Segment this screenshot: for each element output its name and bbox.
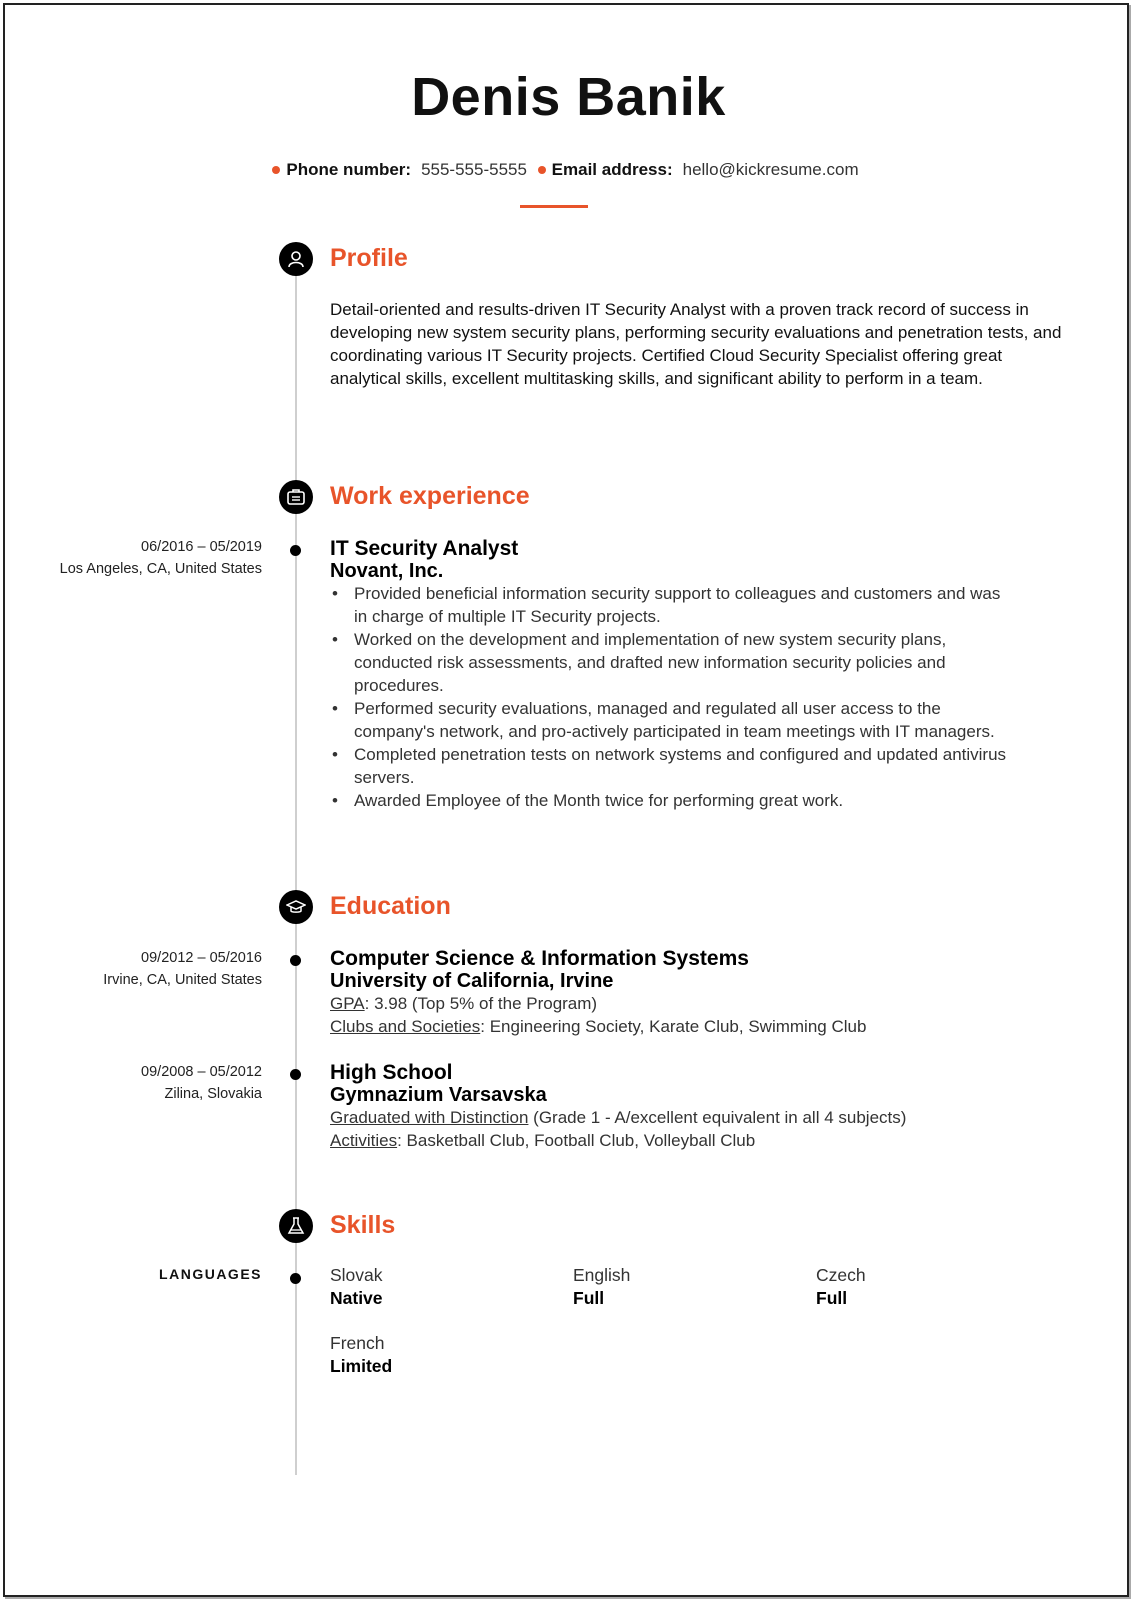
job-bullets: Provided beneficial information security… bbox=[330, 582, 1014, 812]
language-name: French bbox=[330, 1333, 385, 1353]
education-entry: Computer Science & Information Systems U… bbox=[330, 947, 866, 1038]
graduation-cap-icon bbox=[279, 890, 313, 924]
timeline-dot bbox=[290, 1273, 301, 1284]
job-company: Novant, Inc. bbox=[330, 560, 444, 582]
section-title-profile: Profile bbox=[330, 244, 408, 272]
language-item: Czech Full bbox=[816, 1264, 866, 1310]
language-name: English bbox=[573, 1265, 631, 1285]
education-location: Zilina, Slovakia bbox=[164, 1086, 262, 1102]
job-bullet: Completed penetration tests on network s… bbox=[332, 743, 1014, 789]
bullet-dot bbox=[537, 165, 546, 174]
education-entry: High School Gymnazium Varsavska Graduate… bbox=[330, 1061, 906, 1152]
job-bullet: Awarded Employee of the Month twice for … bbox=[332, 789, 1014, 812]
timeline-dot bbox=[290, 545, 301, 556]
language-name: Slovak bbox=[330, 1265, 383, 1285]
job-dates: 06/2016 – 05/2019 bbox=[141, 539, 262, 555]
timeline-dot bbox=[290, 955, 301, 966]
phone-label: Phone number: bbox=[286, 160, 412, 179]
bullet-dot bbox=[272, 165, 281, 174]
job-bullet: Provided beneficial information security… bbox=[332, 582, 1014, 628]
job-meta: 06/2016 – 05/2019 Los Angeles, CA, Unite… bbox=[60, 536, 262, 580]
timeline-dot bbox=[290, 1069, 301, 1080]
education-school: Gymnazium Varsavska bbox=[330, 1084, 547, 1106]
job-location: Los Angeles, CA, United States bbox=[59, 561, 262, 577]
education-detail-text: : 3.98 (Top 5% of the Program) bbox=[364, 994, 598, 1013]
job-title: IT Security Analyst bbox=[330, 537, 519, 560]
language-name: Czech bbox=[816, 1265, 866, 1285]
briefcase-icon bbox=[279, 480, 313, 514]
job-entry: IT Security Analyst Novant, Inc. Provide… bbox=[330, 537, 1014, 812]
education-detail-text: (Grade 1 - A/excellent equivalent in all… bbox=[528, 1108, 907, 1127]
education-detail-label: Graduated with Distinction bbox=[330, 1108, 529, 1127]
education-meta: 09/2008 – 05/2012 Zilina, Slovakia bbox=[141, 1061, 262, 1105]
education-dates: 09/2012 – 05/2016 bbox=[141, 950, 262, 966]
language-level: Full bbox=[816, 1288, 848, 1308]
education-degree: High School bbox=[330, 1061, 453, 1084]
candidate-name: Denis Banik bbox=[411, 67, 726, 127]
profile-text: Detail-oriented and results-driven IT Se… bbox=[330, 300, 1062, 388]
language-item: Slovak Native bbox=[330, 1264, 383, 1310]
contact-line: Phone number: 555-555-5555 Email address:… bbox=[0, 160, 1137, 180]
language-item: English Full bbox=[573, 1264, 630, 1310]
job-bullet: Worked on the development and implementa… bbox=[332, 628, 1014, 697]
header-divider bbox=[520, 205, 588, 208]
language-item: French Limited bbox=[330, 1332, 392, 1378]
education-detail-label: Clubs and Societies bbox=[330, 1017, 481, 1036]
language-level: Limited bbox=[330, 1356, 393, 1376]
education-detail-text: : Basketball Club, Football Club, Volley… bbox=[397, 1131, 756, 1150]
education-degree: Computer Science & Information Systems bbox=[330, 947, 749, 970]
education-school: University of California, Irvine bbox=[330, 970, 614, 992]
education-detail-label: Activities bbox=[330, 1131, 398, 1150]
timeline-line bbox=[295, 260, 297, 1475]
job-bullet: Performed security evaluations, managed … bbox=[332, 697, 1014, 743]
language-level: Full bbox=[573, 1288, 605, 1308]
education-meta: 09/2012 – 05/2016 Irvine, CA, United Sta… bbox=[103, 947, 262, 991]
languages-label: LANGUAGES bbox=[159, 1266, 262, 1282]
section-title-work: Work experience bbox=[330, 482, 530, 510]
education-location: Irvine, CA, United States bbox=[103, 972, 262, 988]
email-label: Email address: bbox=[551, 160, 673, 179]
education-dates: 09/2008 – 05/2012 bbox=[141, 1064, 262, 1080]
section-title-education: Education bbox=[330, 892, 451, 920]
education-detail-text: : Engineering Society, Karate Club, Swim… bbox=[480, 1017, 867, 1036]
section-title-skills: Skills bbox=[330, 1211, 396, 1239]
person-icon bbox=[279, 242, 313, 276]
phone-value: 555-555-5555 bbox=[421, 160, 527, 179]
flask-icon bbox=[279, 1209, 313, 1243]
email-value[interactable]: hello@kickresume.com bbox=[683, 160, 859, 179]
language-level: Native bbox=[330, 1288, 383, 1308]
education-detail-label: GPA bbox=[330, 994, 365, 1013]
